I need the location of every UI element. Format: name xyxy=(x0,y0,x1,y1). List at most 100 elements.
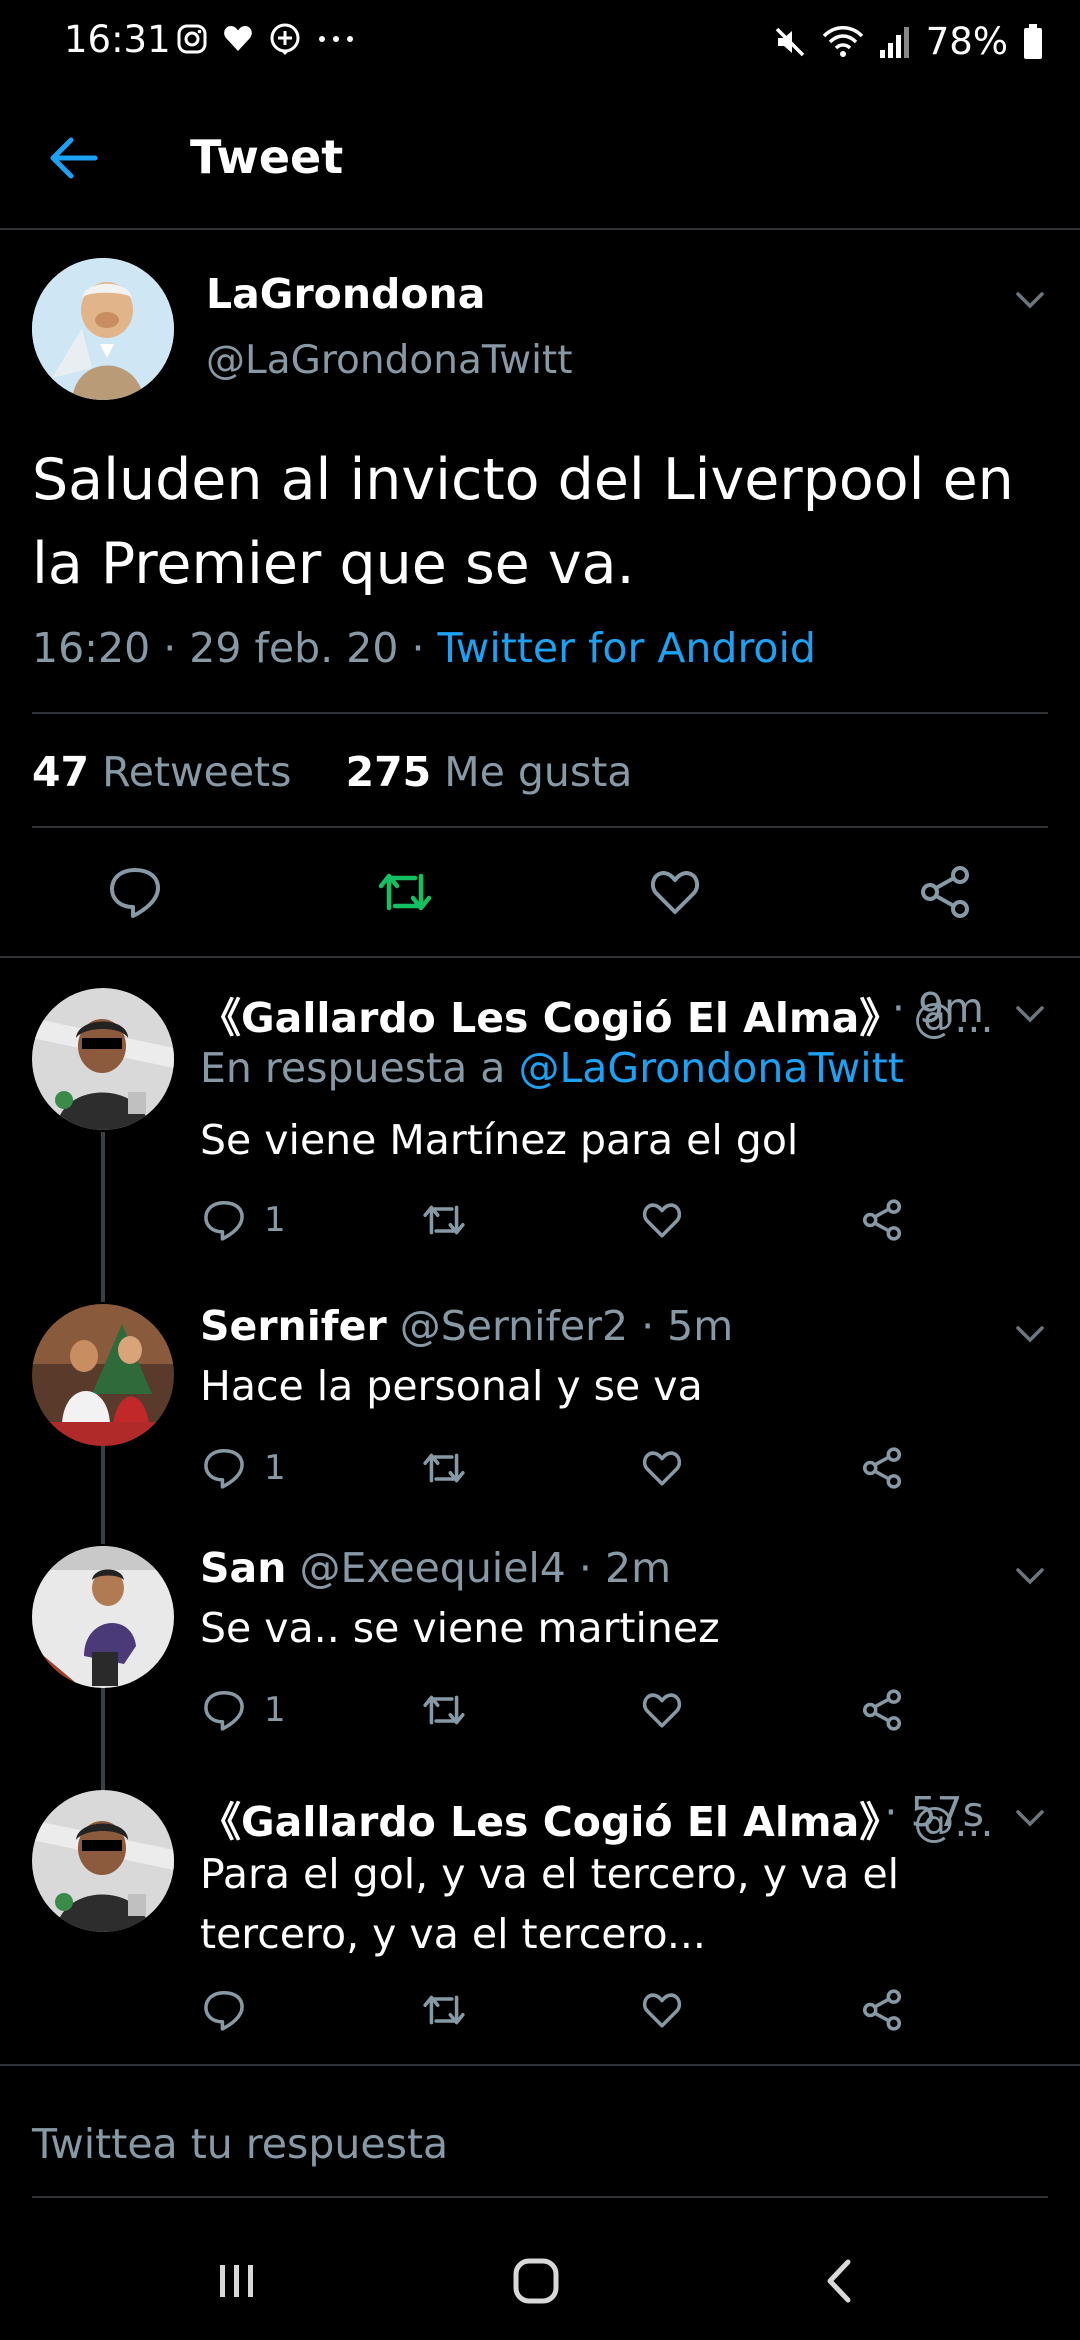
like-button[interactable] xyxy=(640,1190,684,1250)
share-icon xyxy=(921,866,969,918)
recent-apps-icon xyxy=(220,2265,253,2297)
chevron-down-icon xyxy=(1016,1568,1044,1585)
reply-tweet[interactable]: 《Gallardo Les Cogió El Alma》 @... · 9m E… xyxy=(0,958,1080,1288)
wifi-icon xyxy=(822,25,863,57)
heart-notification-icon xyxy=(224,26,252,51)
reply-to-handle-link[interactable]: @LaGrondonaTwitt xyxy=(518,1044,903,1092)
reply-context: En respuesta a @LaGrondonaTwitt xyxy=(200,1044,904,1092)
divider xyxy=(0,2064,1080,2066)
retweets-count: 47 xyxy=(32,748,90,796)
reply-time: · 9m xyxy=(891,984,984,1032)
reply-menu-button[interactable] xyxy=(1010,1556,1050,1596)
share-button[interactable] xyxy=(860,1438,904,1498)
reply-tweet[interactable]: Sernifer @Sernifer2 · 5m Hace la persona… xyxy=(0,1290,1080,1530)
system-back-button[interactable] xyxy=(800,2246,880,2316)
like-button[interactable] xyxy=(640,1980,684,2040)
recent-apps-button[interactable] xyxy=(196,2246,276,2316)
divider xyxy=(32,712,1048,714)
reply-tweet[interactable]: 《Gallardo Les Cogió El Alma》 @... · 57s … xyxy=(0,1776,1080,2066)
retweet-button[interactable] xyxy=(420,1438,468,1498)
avatar[interactable] xyxy=(32,988,174,1130)
likes-count: 275 xyxy=(345,748,432,796)
reply-author-name[interactable]: Sernifer xyxy=(200,1302,387,1350)
avatar[interactable] xyxy=(32,1790,174,1932)
mute-icon xyxy=(775,27,804,56)
arrow-left-icon xyxy=(50,137,98,179)
reply-author-handle[interactable]: @Sernifer2 · 5m xyxy=(400,1302,734,1350)
like-button[interactable] xyxy=(640,1438,684,1498)
reply-count: 1 xyxy=(264,1200,286,1240)
retweet-icon xyxy=(423,1453,465,1483)
reply-actions: 1 xyxy=(200,1680,960,1740)
status-time: 16:31 xyxy=(64,18,171,61)
avatar-image xyxy=(32,988,174,1130)
page-title: Tweet xyxy=(190,130,344,184)
reply-author-name[interactable]: San xyxy=(200,1544,286,1592)
reply-author-name[interactable]: 《Gallardo Les Cogió El Alma》 xyxy=(200,1798,900,1846)
retweets-label: Retweets xyxy=(102,748,292,796)
status-system-icons: 78% xyxy=(772,20,1044,63)
back-button[interactable] xyxy=(40,124,108,192)
meta-separator: · xyxy=(163,624,190,672)
retweet-button[interactable] xyxy=(420,1190,468,1250)
retweet-icon xyxy=(423,1205,465,1235)
home-button[interactable] xyxy=(496,2246,576,2316)
retweet-button[interactable] xyxy=(420,1680,468,1740)
avatar-image xyxy=(32,258,174,400)
reply-menu-button[interactable] xyxy=(1010,1798,1050,1838)
heart-icon xyxy=(642,1451,682,1486)
tweet-source-link[interactable]: Twitter for Android xyxy=(438,624,816,672)
reply-tweet[interactable]: San @Exeequiel4 · 2m Se va.. se viene ma… xyxy=(0,1532,1080,1776)
reply-button[interactable]: 1 xyxy=(202,1190,286,1250)
author-handle[interactable]: @LaGrondonaTwitt xyxy=(206,338,573,383)
chevron-down-icon xyxy=(1016,1810,1044,1827)
like-button[interactable] xyxy=(640,857,710,927)
reply-compose-input[interactable]: Twittea tu respuesta xyxy=(32,2120,448,2168)
reply-author-handle[interactable]: @Exeequiel4 · 2m xyxy=(299,1544,671,1592)
reply-icon xyxy=(110,868,160,918)
system-nav-bar xyxy=(0,2220,1080,2340)
reply-button[interactable] xyxy=(202,1980,264,2040)
divider xyxy=(32,826,1048,828)
tweet-time: 16:20 xyxy=(32,624,151,672)
share-icon xyxy=(862,1689,902,1731)
reply-count: 1 xyxy=(264,1448,286,1488)
battery-icon xyxy=(1024,23,1042,59)
tweet-text: Saluden al invicto del Liverpool en la P… xyxy=(32,447,1014,597)
reply-header: 《Gallardo Les Cogió El Alma》 @... xyxy=(200,984,993,1044)
reply-text: Se va.. se viene martinez xyxy=(200,1604,720,1652)
reply-button[interactable]: 1 xyxy=(202,1438,286,1498)
retweets-stat[interactable]: 47 Retweets xyxy=(32,748,291,796)
share-button[interactable] xyxy=(860,1680,904,1740)
share-button[interactable] xyxy=(860,1190,904,1250)
tweet-menu-button[interactable] xyxy=(1010,280,1050,320)
avatar[interactable] xyxy=(32,1546,174,1688)
share-button[interactable] xyxy=(860,1980,904,2040)
reply-button[interactable]: 1 xyxy=(202,1680,286,1740)
reply-count: 1 xyxy=(264,1690,286,1730)
reply-menu-button[interactable] xyxy=(1010,994,1050,1034)
share-icon xyxy=(862,1989,902,2031)
reply-actions: 1 xyxy=(200,1438,960,1498)
reply-menu-button[interactable] xyxy=(1010,1314,1050,1354)
battery-percent: 78% xyxy=(925,20,1008,63)
meta-separator: · xyxy=(411,624,438,672)
reply-header: Sernifer @Sernifer2 · 5m xyxy=(200,1302,733,1350)
chevron-down-icon xyxy=(1016,1326,1044,1343)
share-icon xyxy=(862,1447,902,1489)
like-button[interactable] xyxy=(640,1680,684,1740)
retweet-button[interactable] xyxy=(370,857,440,927)
reply-button[interactable] xyxy=(100,857,170,927)
reply-author-name[interactable]: 《Gallardo Les Cogió El Alma》 xyxy=(200,994,900,1042)
heart-icon xyxy=(642,1693,682,1728)
avatar[interactable] xyxy=(32,1304,174,1446)
avatar[interactable] xyxy=(32,258,174,400)
likes-stat[interactable]: 275 Me gusta xyxy=(346,748,633,796)
reply-actions: 1 xyxy=(200,1190,960,1250)
author-name[interactable]: LaGrondona xyxy=(206,270,485,318)
reply-icon xyxy=(204,1990,244,2031)
retweet-button[interactable] xyxy=(420,1980,468,2040)
signal-icon xyxy=(879,26,909,58)
share-button[interactable] xyxy=(910,857,980,927)
status-bar: 16:31 78% xyxy=(0,0,1080,84)
